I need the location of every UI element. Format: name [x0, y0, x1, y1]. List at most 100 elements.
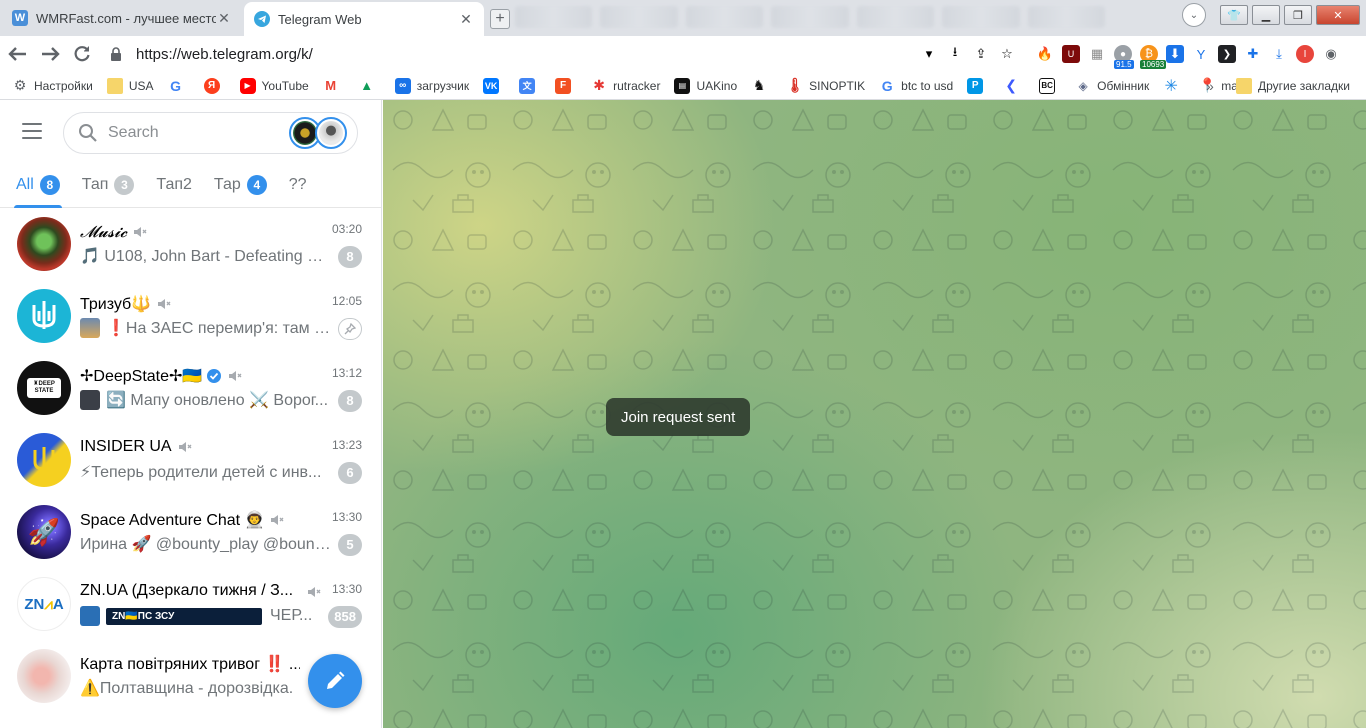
chat-preview-text: ⚠️Полтавщина - дорозвідка. [80, 680, 294, 697]
chat-item-zn-ua[interactable]: ZN⩘A ZN.UA (Дзеркало тижня / З... 13:30 … [0, 568, 381, 640]
bookmark-vk[interactable]: VK [483, 77, 505, 94]
browser-menu-icon[interactable]: ◉ [1322, 45, 1340, 63]
bookmark-drive[interactable]: ▲ [359, 78, 381, 94]
lock-icon[interactable] [110, 47, 122, 61]
download-extension-icon[interactable]: ⬇ [1166, 45, 1184, 63]
bookmark-sinoptik[interactable]: 🌡 SINOPTIK [786, 77, 865, 94]
search-input[interactable] [108, 124, 278, 142]
monitor-extension-icon[interactable]: ● 91.5 [1114, 45, 1134, 69]
ublock-icon[interactable]: U [1062, 45, 1080, 63]
browser-tab-telegram[interactable]: Telegram Web ✕ [244, 2, 484, 36]
other-bookmarks-folder[interactable]: Другие закладки [1236, 78, 1350, 94]
tab-search-icon[interactable]: ⌄ [1182, 3, 1206, 27]
browser-tab-wmrfast[interactable]: W WMRFast.com - лучшее место для ✕ [2, 3, 242, 33]
bookmark-downloader[interactable]: ∞ загрузчик [394, 77, 469, 94]
folder-tab-unknown[interactable]: ?? [289, 162, 307, 208]
extensions-puzzle-icon[interactable]: ✚ [1244, 45, 1262, 63]
bookmark-exchange[interactable]: ◈ Обмінник [1075, 78, 1150, 94]
chat-item-tryzub[interactable]: Тризуб🔱 12:05 ❗На ЗАЕС перемир'я: там п.… [0, 280, 381, 352]
chat-time: 13:12 [331, 366, 362, 380]
folder-tab-tap[interactable]: Тап 3 [82, 162, 135, 208]
chat-sidebar: All 8 Тап 3 Тап2 Тар 4 ?? 𝓜𝓾𝓼𝓲𝓬 03:20 🎵 U10… [0, 100, 382, 728]
bookmark-btc[interactable]: Gbtc to usd [879, 78, 953, 94]
story-avatar[interactable] [315, 117, 347, 149]
avatar [17, 217, 71, 271]
folder-tab-tap2[interactable]: Тап2 [156, 162, 192, 208]
bookmark-rutracker[interactable]: ✱ rutracker [591, 77, 661, 94]
chat-preview: ❗На ЗАЕС перемир'я: там п... [80, 318, 332, 338]
install-icon[interactable]: ⭳ [946, 44, 964, 63]
join-request-toast: Join request sent [606, 398, 751, 436]
chat-time: 03:20 [331, 222, 362, 236]
forward-icon[interactable] [36, 40, 64, 68]
shirt-icon[interactable]: 👕 [1220, 5, 1248, 25]
folder-unread-badge: 3 [114, 175, 135, 195]
bookmark-arrow[interactable]: ❮ [1003, 77, 1025, 94]
chat-item-insider-ua[interactable]: INSIDER UA 13:23 ⚡Теперь родители детей … [0, 424, 381, 496]
bookmark-translate[interactable]: 文 [519, 77, 541, 94]
fire-extension-icon[interactable]: 🔥 [1036, 45, 1054, 63]
unread-badge: 858 [328, 606, 362, 628]
bookmark-star-icon[interactable]: ☆ [998, 45, 1016, 63]
bookmarks-overflow-button[interactable]: » [1206, 78, 1214, 94]
chat-list: 𝓜𝓾𝓼𝓲𝓬 03:20 🎵 U108, John Bart - Defeatin… [0, 208, 381, 712]
close-tab-icon[interactable]: ✕ [458, 11, 474, 28]
minimize-button[interactable]: ▁ [1252, 5, 1280, 25]
chat-title-text: 𝓜𝓾𝓼𝓲𝓬 [80, 222, 128, 241]
profile-avatar[interactable]: I [1296, 45, 1314, 63]
downloads-icon[interactable]: ⤓ [1270, 45, 1288, 63]
back-icon[interactable] [4, 40, 32, 68]
terminal-extension-icon[interactable]: ❯ [1218, 45, 1236, 63]
chat-item-music[interactable]: 𝓜𝓾𝓼𝓲𝓬 03:20 🎵 U108, John Bart - Defeatin… [0, 208, 381, 280]
youtube-icon: ▶ [239, 77, 256, 94]
address-bar[interactable]: https://web.telegram.org/k/ [104, 40, 944, 68]
new-message-button[interactable] [308, 654, 362, 708]
bookmark-settings[interactable]: ⚙ Настройки [12, 77, 93, 94]
close-tab-icon[interactable]: ✕ [216, 10, 232, 27]
bookmarks-bar: ⚙ Настройки USA G Я ▶ YouTube M ▲ ∞ загрузч… [0, 72, 1366, 100]
gear-icon: ⚙ [13, 77, 27, 93]
pinned-icon [338, 318, 362, 340]
maximize-button[interactable]: ❐ [1284, 5, 1312, 25]
bookmark-youtube[interactable]: ▶ YouTube [239, 77, 309, 94]
case-extension-icon[interactable]: ▦ [1088, 45, 1106, 63]
new-tab-button[interactable]: + [490, 9, 510, 29]
chat-item-space-adventure[interactable]: 🚀 Space Adventure Chat 👨‍🚀 13:30 Ирина 🚀… [0, 496, 381, 568]
folder-label: Тар [213, 176, 241, 193]
stories-avatars[interactable] [289, 117, 351, 149]
bookmark-bc[interactable]: BC [1039, 77, 1061, 94]
unread-badge: 8 [338, 246, 362, 268]
extension-badge: 10693 [1140, 60, 1167, 69]
banner-image: ZN🇺🇦ПС ЗСУ [106, 607, 262, 625]
bookmark-knight[interactable]: ♞ [751, 77, 773, 94]
search-box[interactable] [63, 112, 358, 154]
dropdown-icon[interactable]: ▾ [920, 45, 938, 63]
bookmark-label: rutracker [613, 78, 661, 93]
bookmark-usa[interactable]: USA [106, 77, 154, 94]
bookmark-gmail[interactable]: M [323, 78, 345, 94]
bookmark-f[interactable]: F [555, 77, 577, 94]
reload-icon[interactable] [68, 40, 96, 68]
chat-item-deepstate[interactable]: ♜DEEP STATE ✢DeepState✢🇺🇦 13:12 🔄 Мапу он… [0, 352, 381, 424]
folder-tabs: All 8 Тап 3 Тап2 Тар 4 ?? [0, 162, 381, 208]
bookmark-label: Обмінник [1097, 78, 1150, 93]
bookmark-asterisk[interactable]: ✳ [1163, 78, 1185, 95]
bookmark-yandex[interactable]: Я [203, 77, 226, 94]
folder-tab-all[interactable]: All 8 [14, 162, 62, 208]
chat-time: 13:23 [331, 438, 362, 452]
v-extension-icon[interactable]: Y [1192, 45, 1210, 63]
bookmark-p[interactable]: P [967, 77, 989, 94]
hamburger-menu-icon[interactable] [22, 123, 42, 139]
bookmark-uakino[interactable]: ▤ UAKino [674, 77, 737, 94]
close-window-button[interactable]: ✕ [1316, 5, 1360, 25]
chat-time: 13:30 [331, 510, 362, 524]
folder-tab-tar[interactable]: Тар 4 [214, 162, 267, 208]
bookmark-label: USA [128, 78, 154, 93]
unread-badge: 5 [338, 534, 362, 556]
google-icon: G [170, 77, 181, 94]
unread-badge: 8 [338, 390, 362, 412]
bitcoin-extension-icon[interactable]: ₿ 10693 [1140, 45, 1167, 69]
share-icon[interactable]: ⇪ [972, 45, 990, 63]
verified-icon [207, 369, 222, 383]
bookmark-google[interactable]: G [168, 78, 190, 94]
